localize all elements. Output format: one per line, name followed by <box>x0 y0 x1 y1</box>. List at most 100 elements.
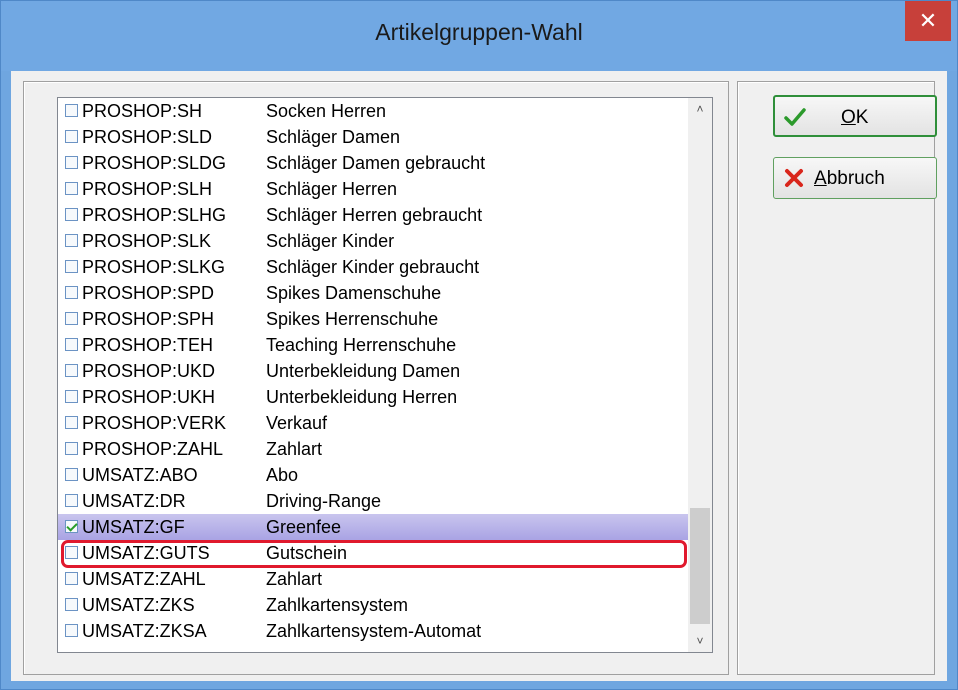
item-description: Schläger Herren <box>266 179 398 199</box>
item-description: Zahlkartensystem <box>266 595 409 615</box>
item-checkbox[interactable] <box>65 364 78 377</box>
list-item[interactable]: UMSATZ:ABO Abo <box>58 462 688 488</box>
item-code: PROSHOP:TEH <box>82 335 214 355</box>
item-code: PROSHOP:SLHG <box>82 205 227 225</box>
item-description: Zahlart <box>266 439 323 459</box>
list-item[interactable]: PROSHOP:SLHG Schläger Herren gebraucht <box>58 202 688 228</box>
vertical-scrollbar[interactable]: ˄ ˅ <box>688 98 712 652</box>
dialog-window: Artikelgruppen-Wahl ✕ PROSHOP:SH Socken H… <box>0 0 958 690</box>
item-checkbox[interactable] <box>65 182 78 195</box>
item-checkbox[interactable] <box>65 416 78 429</box>
item-description: Socken Herren <box>266 101 387 121</box>
item-code: PROSHOP:SLK <box>82 231 212 251</box>
item-description: Gutschein <box>266 543 348 563</box>
close-icon: ✕ <box>918 8 938 33</box>
item-code: UMSATZ:ZKSA <box>82 621 207 641</box>
dialog-client-area: PROSHOP:SH Socken Herren PROSHOP:SLD Schläg… <box>11 71 947 681</box>
list-item[interactable]: PROSHOP:SLH Schläger Herren <box>58 176 688 202</box>
scrollbar-thumb[interactable] <box>690 508 710 624</box>
item-code: PROSHOP:UKD <box>82 361 216 381</box>
list-item[interactable]: PROSHOP:SPD Spikes Damenschuhe <box>58 280 688 306</box>
scroll-up-arrow-icon[interactable]: ˄ <box>688 98 712 120</box>
item-description: Abo <box>266 465 299 485</box>
item-description: Greenfee <box>266 517 342 537</box>
item-code: PROSHOP:ZAHL <box>82 439 224 459</box>
ok-button[interactable]: OK <box>773 95 937 137</box>
item-checkbox[interactable] <box>65 260 78 273</box>
list-item[interactable]: PROSHOP:SLK Schläger Kinder <box>58 228 688 254</box>
item-checkbox[interactable] <box>65 442 78 455</box>
item-code: PROSHOP:SLH <box>82 179 213 199</box>
item-description: Zahlart <box>266 569 323 589</box>
item-checkbox[interactable] <box>65 338 78 351</box>
item-code: PROSHOP:SLD <box>82 127 213 147</box>
list-item[interactable]: UMSATZ:DR Driving-Range <box>58 488 688 514</box>
scroll-down-arrow-icon[interactable]: ˅ <box>688 630 712 652</box>
item-code: PROSHOP:SH <box>82 101 203 121</box>
item-code: UMSATZ:ZAHL <box>82 569 206 589</box>
list-item[interactable]: PROSHOP:VERK Verkauf <box>58 410 688 436</box>
list-item[interactable]: PROSHOP:SLDG Schläger Damen gebraucht <box>58 150 688 176</box>
list-item[interactable]: UMSATZ:ZAHL Zahlart <box>58 566 688 592</box>
list-item[interactable]: UMSATZ:ZKSA Zahlkartensystem-Automat <box>58 618 688 644</box>
cross-icon <box>785 169 803 187</box>
item-description: Unterbekleidung Damen <box>266 361 461 381</box>
item-checkbox[interactable] <box>65 130 78 143</box>
item-code: PROSHOP:SLDG <box>82 153 227 173</box>
item-description: Schläger Damen <box>266 127 401 147</box>
list-item[interactable]: PROSHOP:UKD Unterbekleidung Damen <box>58 358 688 384</box>
item-checkbox[interactable] <box>65 546 78 559</box>
cancel-button[interactable]: Abbruch <box>773 157 937 199</box>
list-item[interactable]: PROSHOP:SLD Schläger Damen <box>58 124 688 150</box>
item-description: Schläger Herren gebraucht <box>266 205 483 225</box>
list-item[interactable]: PROSHOP:TEH Teaching Herrenschuhe <box>58 332 688 358</box>
item-code: UMSATZ:GUTS <box>82 543 210 563</box>
item-checkbox[interactable] <box>65 208 78 221</box>
item-checkbox[interactable] <box>65 390 78 403</box>
item-description: Zahlkartensystem-Automat <box>266 621 482 641</box>
list-item[interactable]: UMSATZ:GF Greenfee <box>58 514 688 540</box>
item-description: Teaching Herrenschuhe <box>266 335 457 355</box>
cancel-button-label: Abbruch <box>814 168 885 189</box>
item-checkbox[interactable] <box>65 468 78 481</box>
item-checkbox[interactable] <box>65 312 78 325</box>
item-checkbox[interactable] <box>65 104 78 117</box>
item-code: PROSHOP:SPH <box>82 309 215 329</box>
item-checkbox[interactable] <box>65 494 78 507</box>
list-item[interactable]: PROSHOP:SH Socken Herren <box>58 98 688 124</box>
item-checkbox[interactable] <box>65 520 78 533</box>
close-button[interactable]: ✕ <box>905 1 951 41</box>
list-item[interactable]: PROSHOP:SLKG Schläger Kinder gebraucht <box>58 254 688 280</box>
article-group-list[interactable]: PROSHOP:SH Socken Herren PROSHOP:SLD Schläg… <box>57 97 713 653</box>
item-description: Spikes Damenschuhe <box>266 283 442 303</box>
item-checkbox[interactable] <box>65 598 78 611</box>
item-code: UMSATZ:GF <box>82 517 185 537</box>
item-code: PROSHOP:VERK <box>82 413 227 433</box>
item-description: Schläger Damen gebraucht <box>266 153 486 173</box>
item-code: UMSATZ:ZKS <box>82 595 195 615</box>
item-checkbox[interactable] <box>65 572 78 585</box>
list-item[interactable]: PROSHOP:SPH Spikes Herrenschuhe <box>58 306 688 332</box>
list-item[interactable]: PROSHOP:ZAHL Zahlart <box>58 436 688 462</box>
item-checkbox[interactable] <box>65 156 78 169</box>
item-code: PROSHOP:SLKG <box>82 257 226 277</box>
item-checkbox[interactable] <box>65 286 78 299</box>
item-description: Spikes Herrenschuhe <box>266 309 439 329</box>
item-description: Unterbekleidung Herren <box>266 387 458 407</box>
list-item[interactable]: PROSHOP:UKH Unterbekleidung Herren <box>58 384 688 410</box>
item-code: PROSHOP:SPD <box>82 283 215 303</box>
item-checkbox[interactable] <box>65 624 78 637</box>
window-title: Artikelgruppen-Wahl <box>375 19 583 45</box>
item-description: Schläger Kinder <box>266 231 395 251</box>
list-item[interactable]: UMSATZ:GUTS Gutschein <box>58 540 688 566</box>
checkmark-icon <box>784 108 806 126</box>
title-bar[interactable]: Artikelgruppen-Wahl ✕ <box>1 1 957 71</box>
item-checkbox[interactable] <box>65 234 78 247</box>
item-code: PROSHOP:UKH <box>82 387 216 407</box>
list-rows: PROSHOP:SH Socken Herren PROSHOP:SLD Schläg… <box>58 98 688 644</box>
item-code: UMSATZ:ABO <box>82 465 198 485</box>
list-item[interactable]: UMSATZ:ZKS Zahlkartensystem <box>58 592 688 618</box>
ok-button-label: OK <box>841 107 869 128</box>
item-code: UMSATZ:DR <box>82 491 186 511</box>
item-description: Verkauf <box>266 413 328 433</box>
